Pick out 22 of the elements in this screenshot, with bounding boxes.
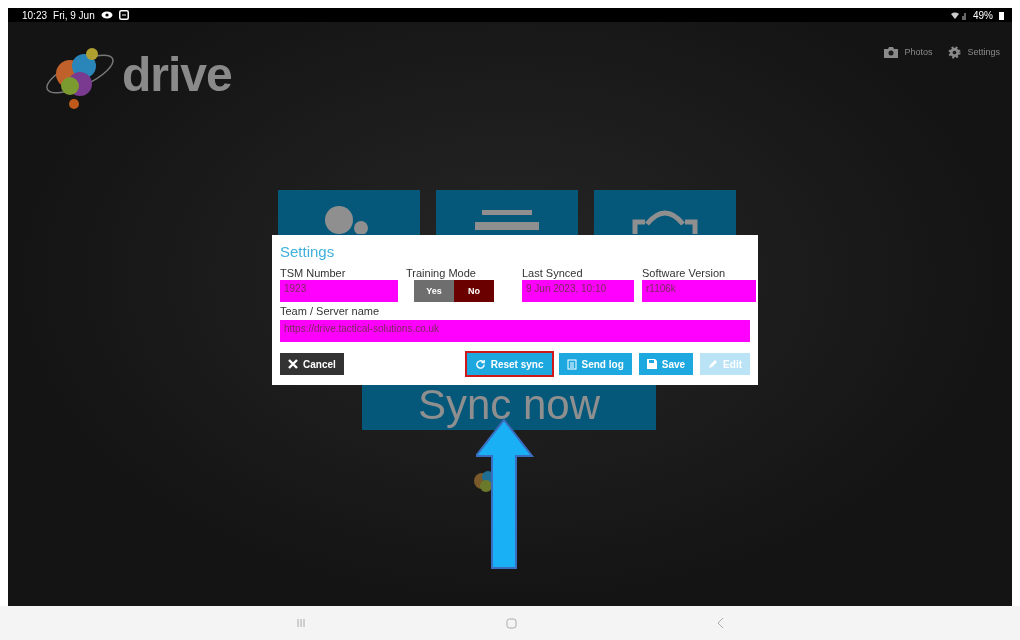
dialog-button[interactable]: Cancel [280, 353, 344, 375]
field-label: Training Mode [406, 267, 477, 279]
dialog-button[interactable]: Save [638, 353, 694, 375]
input-field[interactable]: 9 Jun 2023, 10:10 [522, 280, 634, 302]
input-field[interactable]: 1923 [280, 280, 398, 302]
field-label: Team / Server name [280, 305, 381, 317]
toggle-option[interactable]: No [454, 280, 494, 302]
dialog-title: Settings [280, 243, 336, 260]
input-field[interactable]: https://drive.tactical-solutions.co.uk [280, 320, 750, 342]
field-label: Last Synced [522, 267, 584, 279]
status-date: Fri, 9 Jun [53, 9, 95, 21]
dialog-button[interactable]: Reset sync [466, 353, 552, 375]
dialog-button[interactable]: Send log [558, 353, 632, 375]
toggle-option[interactable]: Yes [414, 280, 454, 302]
field-label: TSM Number [280, 267, 347, 279]
battery-level: 49% [973, 9, 993, 21]
logo-text: drive [122, 46, 232, 102]
toolbar-action[interactable]: Photos [884, 44, 933, 60]
input-field[interactable]: r1106k [642, 280, 756, 302]
toolbar-action[interactable]: Settings [948, 44, 1000, 60]
field-label: Software Version [642, 267, 727, 279]
status-time: 10:23 [22, 9, 48, 21]
